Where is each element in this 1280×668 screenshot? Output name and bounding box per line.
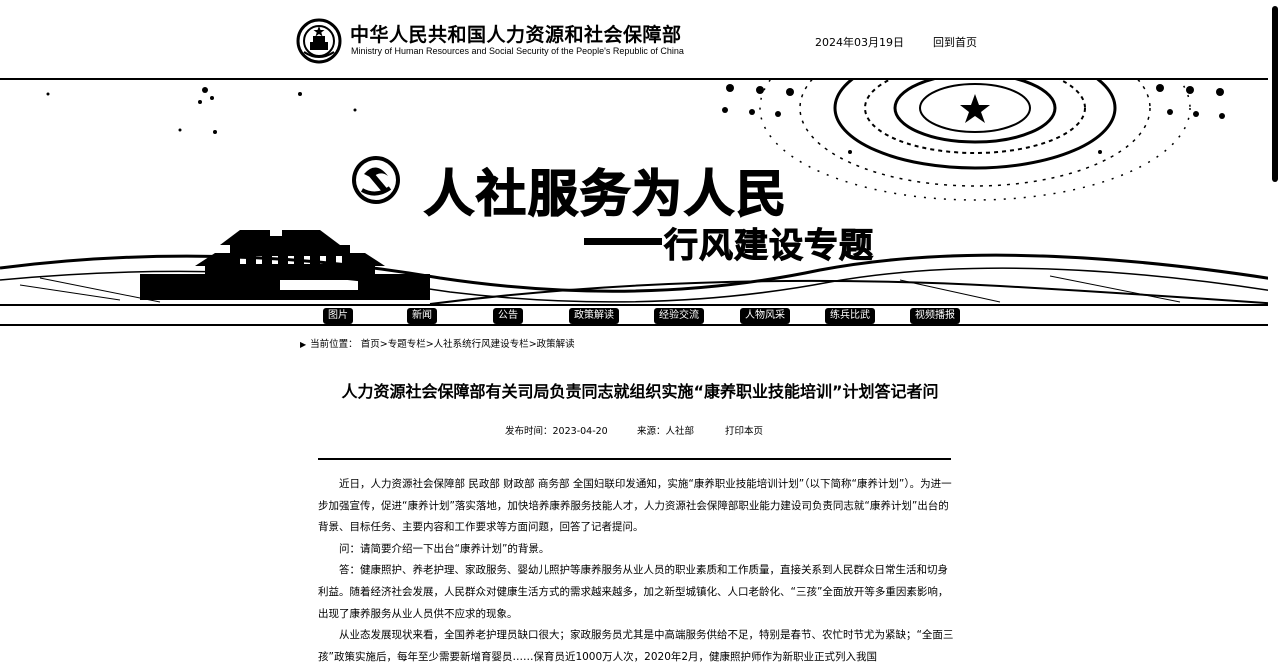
breadcrumb: ▶ 当前位置： 首页>专题专栏>人社系统行风建设专栏>政策解读: [300, 336, 575, 350]
page-scrollbar[interactable]: [1268, 0, 1280, 660]
breadcrumb-policy-interpretation[interactable]: 政策解读: [537, 339, 575, 350]
breadcrumb-separator: >: [528, 339, 537, 350]
site-title-english: Ministry of Human Resources and Social S…: [351, 46, 684, 56]
article-paragraph: 近日，人力资源社会保障部 民政部 财政部 商务部 全国妇联印发通知，实施“康养职…: [318, 478, 952, 534]
article-paragraph: 答：健康照护、养老护理、家政服务、婴幼儿照护等康养服务从业人员的职业素质和工作质…: [318, 564, 949, 620]
article-title: 人力资源社会保障部有关司局负责同志就组织实施“康养职业技能培训”计划答记者问: [341, 382, 939, 401]
nav-item-policy-interpretation[interactable]: 政策解读: [569, 308, 619, 324]
article-paragraph: 问：请简要介绍一下出台“康养计划”的背景。: [339, 542, 550, 555]
breadcrumb-special-topics[interactable]: 专题专栏: [388, 339, 426, 350]
publish-label: 发布时间：: [505, 426, 553, 437]
topic-banner: 人社服务为人民 行风建设专题: [0, 78, 1280, 306]
nav-item-people-profiles[interactable]: 人物风采: [740, 308, 790, 324]
source-label: 来源：: [637, 426, 666, 437]
breadcrumb-separator: >: [425, 339, 434, 350]
publish-date: 2023-04-20: [552, 426, 608, 437]
nav-item-skills-competition[interactable]: 练兵比武: [825, 308, 875, 324]
publish-info: 发布时间：2023-04-20: [505, 423, 608, 437]
main-nav: 图片 新闻 公告 政策解读 经验交流 人物风采 练兵比武 视频播报: [0, 304, 1280, 326]
nav-item-video-broadcast[interactable]: 视频播报: [910, 308, 960, 324]
breadcrumb-label: 当前位置：: [310, 339, 358, 350]
nav-item-announcements[interactable]: 公告: [493, 308, 523, 324]
source-info: 来源：人社部: [637, 423, 694, 437]
breadcrumb-separator: >: [379, 339, 388, 350]
banner-title: 人社服务为人民: [423, 164, 788, 224]
site-title: 中华人民共和国人力资源和社会保障部: [350, 24, 682, 46]
nav-item-experience-exchange[interactable]: 经验交流: [654, 308, 704, 324]
print-button[interactable]: 打印本页: [725, 423, 763, 437]
nav-item-images[interactable]: 图片: [323, 308, 353, 324]
current-date: 2024年03月19日: [815, 36, 904, 49]
divider: [318, 458, 951, 460]
national-emblem-icon: [296, 18, 342, 64]
nav-item-news[interactable]: 新闻: [407, 308, 437, 324]
article-paragraph: 从业态发展现状来看，全国养老护理员缺口很大；家政服务员尤其是中高端服务供给不足，…: [318, 629, 954, 663]
home-link[interactable]: 回到首页: [933, 34, 977, 50]
scrollbar-thumb[interactable]: [1272, 6, 1278, 182]
article-body: 近日，人力资源社会保障部 民政部 财政部 商务部 全国妇联印发通知，实施“康养职…: [318, 474, 958, 668]
breadcrumb-home[interactable]: 首页: [361, 339, 380, 350]
breadcrumb-conduct-column[interactable]: 人社系统行风建设专栏: [434, 339, 529, 350]
banner-subtitle: 行风建设专题: [664, 226, 874, 267]
triangle-right-icon: ▶: [300, 340, 307, 349]
source-value: 人社部: [665, 426, 695, 437]
banner-dash: [584, 238, 662, 245]
site-header: 中华人民共和国人力资源和社会保障部 Ministry of Human Reso…: [0, 0, 1280, 78]
